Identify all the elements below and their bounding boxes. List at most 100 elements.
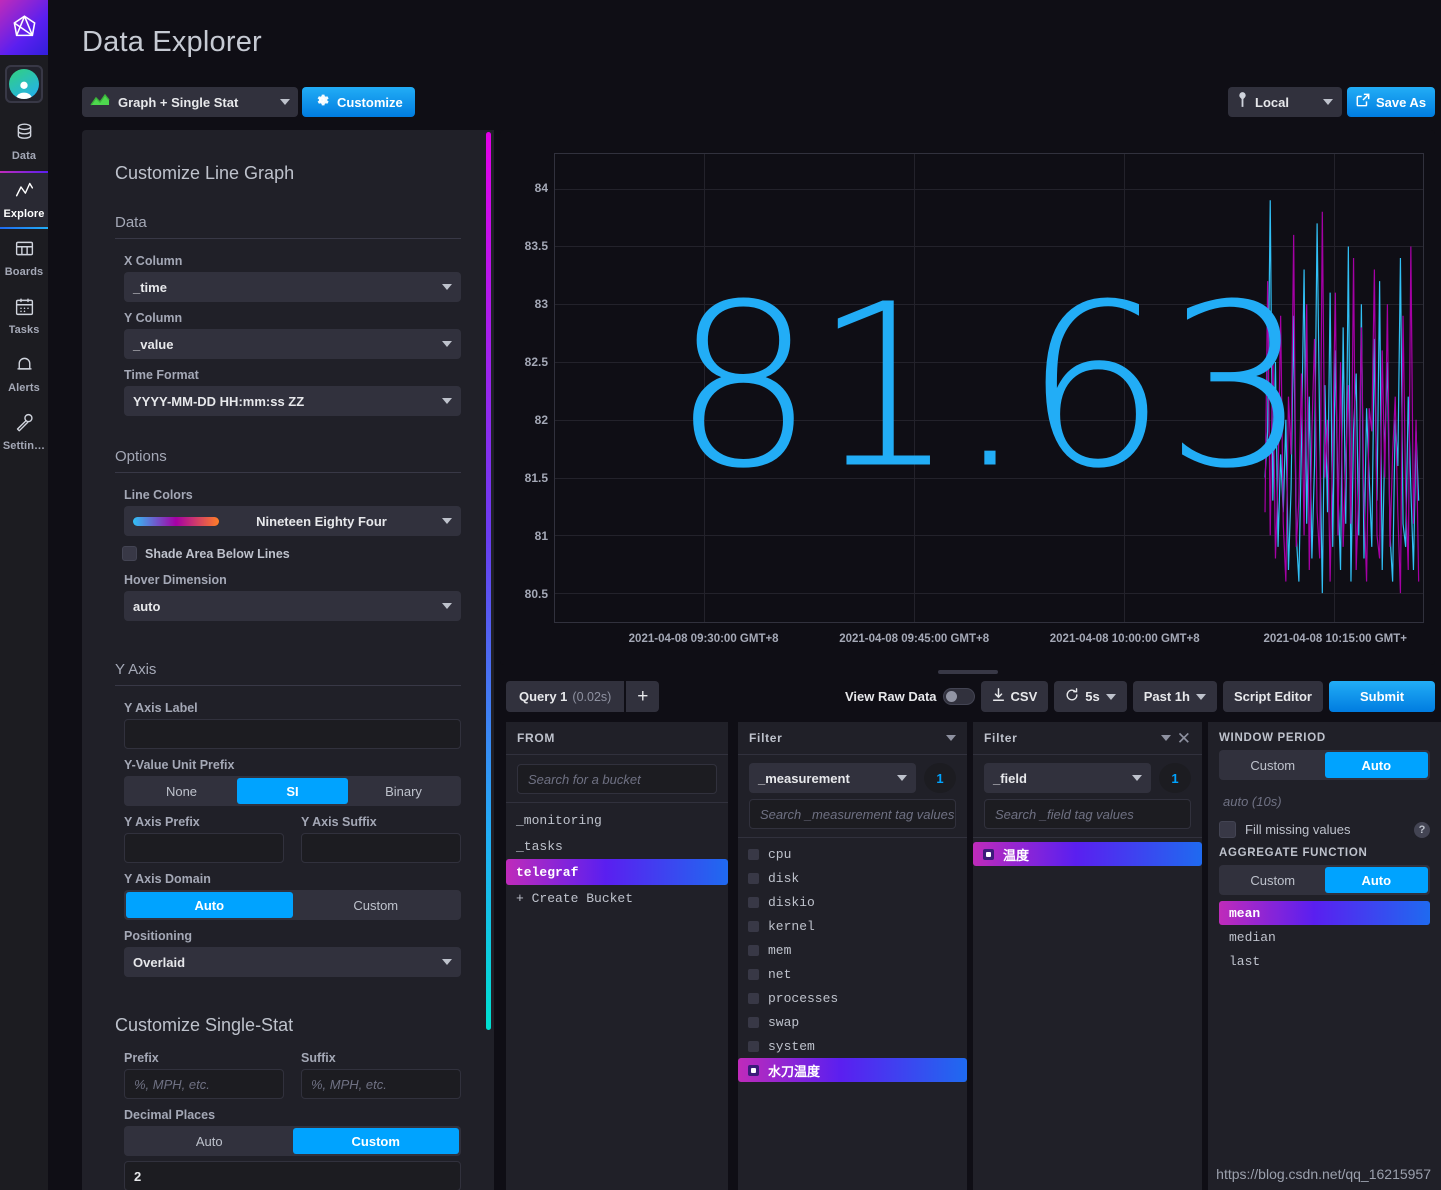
y-unit-prefix-option-binary[interactable]: Binary — [348, 778, 459, 804]
list-item[interactable]: 温度 — [973, 842, 1202, 866]
watermark: https://blog.csdn.net/qq_16215957 — [1216, 1166, 1431, 1182]
prefix-input[interactable]: %, MPH, etc. — [124, 1069, 284, 1099]
sidebar-item-boards[interactable]: Boards — [0, 229, 48, 287]
checkbox-icon — [748, 1040, 759, 1052]
list-item[interactable]: mem — [738, 938, 967, 962]
window-period-option-custom[interactable]: Custom — [1221, 752, 1325, 778]
list-item[interactable]: swap — [738, 1010, 967, 1034]
window-period-option-auto[interactable]: Auto — [1324, 752, 1428, 778]
aggregate-option-custom[interactable]: Custom — [1221, 867, 1325, 893]
list-item[interactable]: cpu — [738, 842, 967, 866]
shade-area-checkbox[interactable]: Shade Area Below Lines — [122, 546, 290, 561]
chevron-down-icon — [1160, 735, 1171, 741]
list-item[interactable]: diskio — [738, 890, 967, 914]
line-colors-dropdown[interactable]: Nineteen Eighty Four — [124, 506, 461, 536]
decimal-places-option-auto[interactable]: Auto — [126, 1128, 293, 1154]
y-axis-label-input[interactable] — [124, 719, 461, 749]
decimal-places-toggle-group[interactable]: Auto Custom — [124, 1126, 461, 1156]
field-filter-header[interactable]: Filter ✕ — [973, 722, 1202, 755]
chevron-down-icon — [442, 959, 452, 965]
fill-missing-checkbox[interactable] — [1219, 821, 1236, 838]
list-item[interactable]: median — [1219, 925, 1430, 949]
customize-button[interactable]: Customize — [302, 87, 415, 117]
close-icon[interactable]: ✕ — [1177, 730, 1191, 747]
customize-panel-title: Customize Line Graph — [115, 163, 295, 183]
sidebar-item-tasks[interactable]: Tasks — [0, 287, 48, 345]
time-format-dropdown[interactable]: YYYY-MM-DD HH:mm:ss ZZ — [124, 386, 461, 416]
query-tab[interactable]: Query 1 (0.02s) — [506, 681, 625, 712]
chevron-down-icon — [1195, 693, 1206, 700]
list-item[interactable]: _tasks — [506, 833, 728, 859]
window-period-toggle-group[interactable]: Custom Auto — [1219, 750, 1430, 780]
list-item[interactable]: telegraf — [506, 859, 728, 885]
y-column-dropdown[interactable]: _value — [124, 329, 461, 359]
list-item[interactable]: last — [1219, 949, 1430, 973]
y-axis-domain-option-auto[interactable]: Auto — [126, 892, 293, 918]
decimal-places-label: Decimal Places — [124, 1108, 216, 1122]
x-column-dropdown[interactable]: _time — [124, 272, 461, 302]
csv-download-button[interactable]: CSV — [980, 681, 1049, 712]
panel-scrollbar[interactable] — [486, 132, 491, 1030]
add-query-button[interactable]: + — [626, 681, 660, 712]
list-item[interactable]: mean — [1219, 901, 1430, 925]
save-as-button[interactable]: Save As — [1347, 87, 1435, 117]
help-icon[interactable]: ? — [1414, 821, 1430, 838]
line-graph-icon — [14, 180, 35, 206]
gear-icon — [314, 92, 330, 113]
y-unit-prefix-option-si[interactable]: SI — [237, 778, 348, 804]
y-unit-prefix-toggle-group[interactable]: None SI Binary — [124, 776, 461, 806]
y-unit-prefix-option-none[interactable]: None — [126, 778, 237, 804]
list-item[interactable]: 水刀温度 — [738, 1058, 967, 1082]
checkbox-icon — [748, 944, 759, 956]
script-editor-button[interactable]: Script Editor — [1222, 681, 1323, 712]
sidebar-item-settings[interactable]: Settin… — [0, 403, 48, 461]
view-raw-data-toggle[interactable] — [942, 688, 975, 705]
submit-button[interactable]: Submit — [1329, 681, 1435, 712]
resize-handle[interactable] — [938, 670, 998, 674]
list-item[interactable]: _monitoring — [506, 807, 728, 833]
decimal-places-input[interactable]: 2 — [124, 1161, 461, 1190]
list-item-label: disk — [768, 870, 800, 886]
sidebar-item-label: Explore — [3, 208, 45, 220]
positioning-dropdown[interactable]: Overlaid — [124, 947, 461, 977]
left-nav: Data Explore Boards Tasks Alerts Settin… — [0, 0, 48, 1190]
field-search-input[interactable]: Search _field tag values — [984, 799, 1191, 829]
y-axis-prefix-input[interactable] — [124, 833, 284, 863]
time-range-dropdown[interactable]: Past 1h — [1132, 681, 1217, 712]
aggregate-option-auto[interactable]: Auto — [1324, 867, 1428, 893]
aggregate-toggle-group[interactable]: Custom Auto — [1219, 865, 1430, 895]
suffix-input[interactable]: %, MPH, etc. — [301, 1069, 461, 1099]
list-item[interactable]: disk — [738, 866, 967, 890]
decimal-places-option-custom[interactable]: Custom — [292, 1128, 459, 1154]
list-item[interactable]: system — [738, 1034, 967, 1058]
section-data-heading: Data — [115, 214, 461, 239]
checkbox-icon — [983, 848, 994, 860]
list-item[interactable]: net — [738, 962, 967, 986]
field-key-value: _field — [993, 770, 1027, 786]
sidebar-item-data[interactable]: Data — [0, 113, 48, 171]
chevron-down-icon — [897, 775, 907, 781]
create-bucket-button[interactable]: + Create Bucket — [506, 885, 728, 911]
timezone-dropdown[interactable]: Local — [1228, 87, 1342, 117]
window-period-input[interactable]: auto (10s) — [1219, 786, 1430, 816]
list-item[interactable]: kernel — [738, 914, 967, 938]
sidebar-item-alerts[interactable]: Alerts — [0, 345, 48, 403]
list-item[interactable]: processes — [738, 986, 967, 1010]
measurement-key-dropdown[interactable]: _measurement — [749, 763, 916, 793]
y-axis-domain-toggle-group[interactable]: Auto Custom — [124, 890, 461, 920]
hover-dimension-dropdown[interactable]: auto — [124, 591, 461, 621]
bucket-search-input[interactable]: Search for a bucket — [517, 764, 717, 794]
customize-single-stat-title: Customize Single-Stat — [115, 1015, 294, 1035]
influx-logo-icon[interactable] — [0, 0, 48, 55]
refresh-interval-dropdown[interactable]: 5s — [1054, 681, 1127, 712]
y-axis-domain-option-custom[interactable]: Custom — [293, 892, 460, 918]
measurement-filter-header[interactable]: Filter — [738, 722, 967, 755]
plot-area[interactable]: 81.63 — [554, 153, 1424, 623]
view-type-dropdown[interactable]: Graph + Single Stat — [82, 87, 298, 117]
avatar[interactable] — [0, 55, 48, 113]
measurement-search-input[interactable]: Search _measurement tag values — [749, 799, 956, 829]
sidebar-item-explore[interactable]: Explore — [0, 171, 48, 229]
y-axis-suffix-input[interactable] — [301, 833, 461, 863]
sidebar-item-label: Settin… — [2, 440, 46, 452]
field-key-dropdown[interactable]: _field — [984, 763, 1151, 793]
